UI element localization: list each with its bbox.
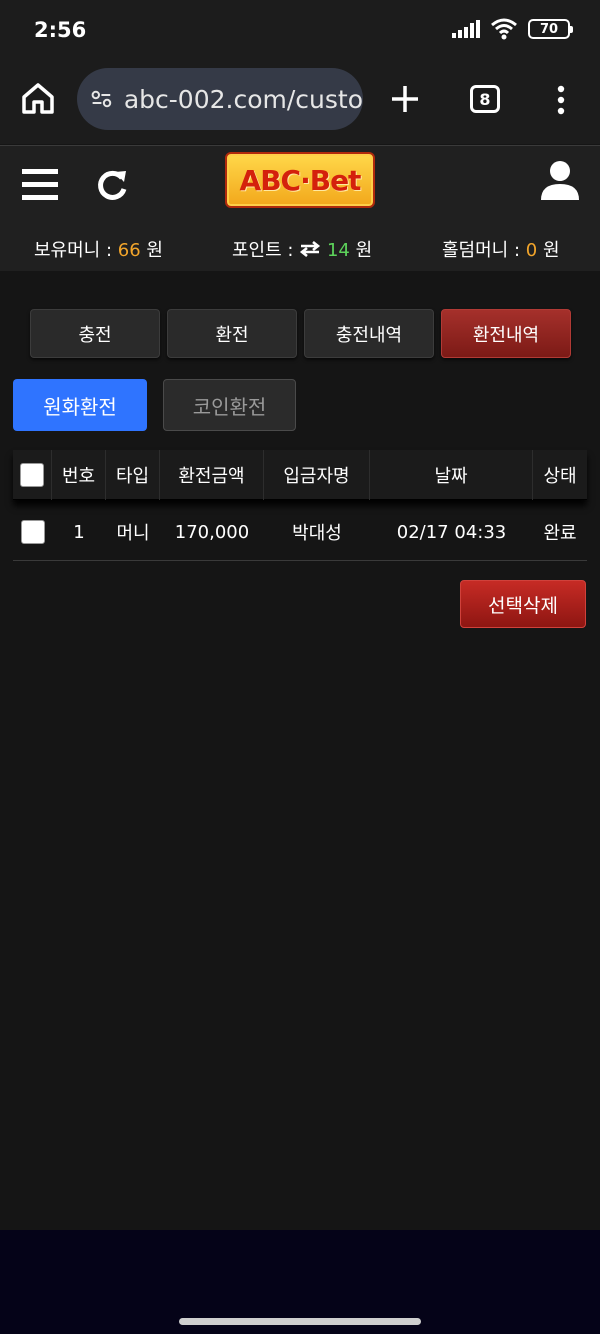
browser-chrome: 2:56 70 abc-002.com/custo 8 bbox=[0, 0, 600, 144]
coin-exchange-button[interactable]: 코인환전 bbox=[163, 379, 296, 431]
holdem-value: 0 bbox=[525, 240, 538, 261]
header-amount: 환전금액 bbox=[160, 450, 264, 500]
row-amount: 170,000 bbox=[174, 521, 250, 543]
header-depositor: 입금자명 bbox=[264, 450, 370, 500]
row-depositor: 박대성 bbox=[292, 523, 342, 544]
url-text[interactable]: abc-002.com/custo bbox=[124, 85, 363, 114]
header-no: 번호 bbox=[52, 450, 106, 500]
site-settings-icon[interactable] bbox=[91, 88, 112, 110]
home-indicator[interactable] bbox=[179, 1318, 421, 1325]
balance-row: 보유머니 : 66 원 포인트 : 14 원 홀덤머니 : 0 원 bbox=[0, 232, 600, 262]
tab-exchange[interactable]: 환전 bbox=[167, 309, 297, 358]
row-date: 02/17 04:33 bbox=[396, 521, 507, 543]
logo-text: ABC·Bet bbox=[239, 163, 362, 197]
status-time: 2:56 bbox=[34, 18, 87, 42]
battery-icon: 70 bbox=[528, 19, 573, 39]
points-balance: 포인트 : 14 원 bbox=[232, 240, 373, 261]
money-value: 66 bbox=[117, 240, 141, 261]
tab-charge-history[interactable]: 충전내역 bbox=[304, 309, 434, 358]
row-status: 완료 bbox=[543, 523, 577, 544]
tab-exchange-history[interactable]: 환전내역 bbox=[441, 309, 571, 358]
holdem-balance: 홀덤머니 : 0 원 bbox=[442, 240, 560, 261]
row-type: 머니 bbox=[116, 523, 150, 544]
wifi-icon bbox=[491, 18, 517, 40]
row-select-cell bbox=[13, 503, 52, 561]
tab-charge[interactable]: 충전 bbox=[30, 309, 160, 358]
status-icons: 70 bbox=[452, 18, 573, 40]
user-icon[interactable] bbox=[540, 160, 580, 202]
refresh-icon[interactable] bbox=[95, 166, 129, 204]
table-header: 번호 타입 환전금액 입금자명 날짜 상태 bbox=[13, 450, 587, 500]
hamburger-menu-icon[interactable] bbox=[22, 168, 58, 202]
table-row: 1 머니 170,000 박대성 02/17 04:33 완료 bbox=[13, 503, 587, 561]
header-date: 날짜 bbox=[370, 450, 533, 500]
home-icon[interactable] bbox=[20, 80, 56, 116]
points-value: 14 bbox=[326, 240, 350, 261]
header-select-cell bbox=[13, 450, 52, 500]
signal-icon bbox=[452, 20, 480, 38]
more-menu-icon[interactable] bbox=[552, 84, 570, 116]
header-type: 타입 bbox=[106, 450, 160, 500]
tab-switcher-button[interactable]: 8 bbox=[470, 85, 500, 113]
delete-selected-button[interactable]: 선택삭제 bbox=[460, 580, 586, 628]
won-exchange-button[interactable]: 원화환전 bbox=[13, 379, 147, 431]
header-status: 상태 bbox=[543, 466, 577, 487]
select-all-checkbox[interactable] bbox=[20, 463, 44, 487]
row-no: 1 bbox=[73, 521, 85, 543]
site-header: ABC·Bet 보유머니 : 66 원 포인트 : 14 원 홀덤머니 : 0 … bbox=[0, 145, 600, 271]
site-logo[interactable]: ABC·Bet bbox=[225, 152, 375, 208]
convert-arrows-icon[interactable] bbox=[299, 240, 321, 258]
new-tab-icon[interactable] bbox=[388, 82, 422, 116]
url-bar[interactable]: abc-002.com/custo bbox=[77, 68, 363, 130]
money-balance: 보유머니 : 66 원 bbox=[34, 240, 163, 261]
row-checkbox[interactable] bbox=[20, 520, 45, 544]
